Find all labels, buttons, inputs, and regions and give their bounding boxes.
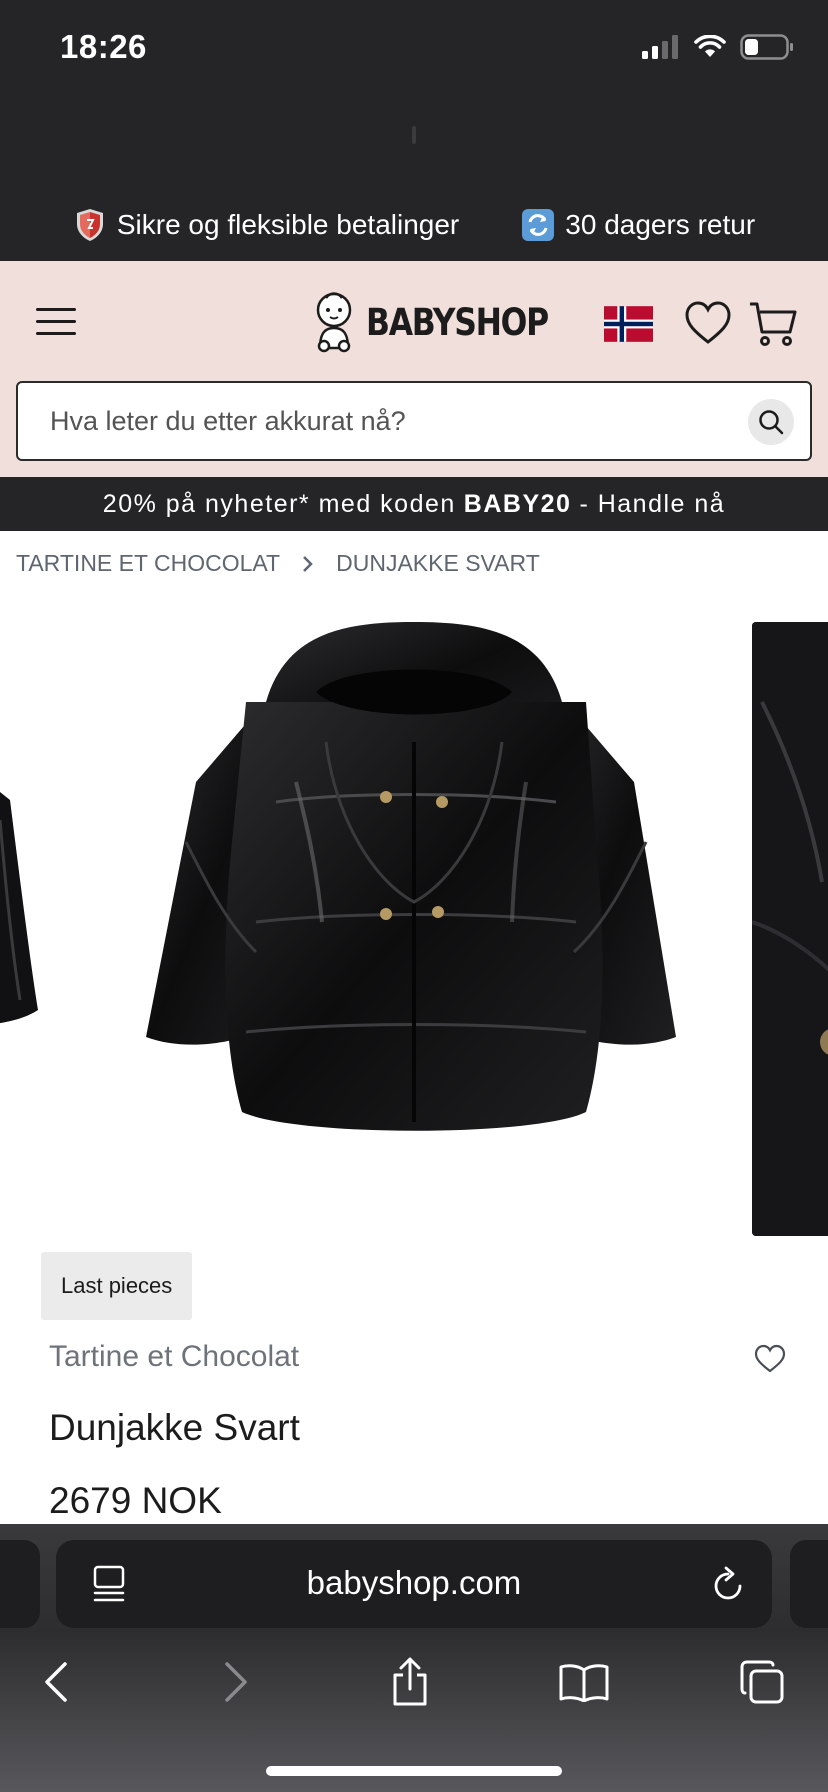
discount-announcement[interactable]: 20% på nyheter* med koden BABY20 - Handl… xyxy=(0,477,828,531)
next-product-image[interactable] xyxy=(752,622,828,1236)
promo-items: Sikre og fleksible betalinger 30 dagers … xyxy=(0,198,828,252)
chevron-right-icon xyxy=(225,1662,247,1702)
camera-notch-dot xyxy=(412,126,416,144)
cart-icon[interactable] xyxy=(748,298,798,348)
url-text: babyshop.com xyxy=(306,1564,522,1601)
share-icon xyxy=(393,1657,427,1706)
product-title: Dunjakke Svart xyxy=(49,1407,300,1448)
promo-returns: 30 dagers retur xyxy=(521,208,755,242)
address-bar[interactable]: babyshop.com xyxy=(56,1540,772,1628)
share-button[interactable] xyxy=(382,1654,438,1710)
breadcrumb-product[interactable]: DUNJAKKE SVART xyxy=(336,550,540,577)
product-image-jacket[interactable] xyxy=(146,622,686,1162)
jacket-closeup-image xyxy=(752,622,828,1236)
product-price: 2679 NOK xyxy=(49,1480,222,1521)
bookmarks-button[interactable] xyxy=(556,1654,612,1710)
menu-icon-line xyxy=(36,308,76,311)
menu-button[interactable] xyxy=(36,308,76,340)
reload-icon[interactable] xyxy=(710,1564,746,1604)
discount-code: BABY20 xyxy=(463,489,572,518)
return-arrows-icon xyxy=(521,208,555,242)
product-image-gallery[interactable] xyxy=(0,600,828,1250)
chevron-left-icon xyxy=(45,1662,67,1702)
wifi-icon xyxy=(694,35,726,57)
promo-secure-payments: Sikre og fleksible betalinger xyxy=(73,208,459,242)
product-brand[interactable]: Tartine et Chocolat xyxy=(49,1340,299,1374)
status-badge: Last pieces xyxy=(41,1252,193,1320)
menu-icon-line xyxy=(36,320,76,323)
battery-icon xyxy=(740,34,793,60)
favorite-heart-icon[interactable] xyxy=(754,1344,786,1374)
menu-icon-line xyxy=(36,332,76,335)
search-box xyxy=(16,381,812,461)
announcement-text: 20% på nyheter* med koden xyxy=(102,489,456,518)
tabs-icon xyxy=(740,1660,784,1704)
previous-product-image[interactable] xyxy=(0,760,40,1060)
promo-returns-text: 30 dagers retur xyxy=(565,209,756,240)
tabs-button[interactable] xyxy=(734,1654,790,1710)
signal-icon xyxy=(642,35,678,59)
back-button[interactable] xyxy=(28,1654,84,1710)
previous-tab[interactable] xyxy=(0,1540,40,1628)
breadcrumb-brand[interactable]: TARTINE ET CHOCOLAT xyxy=(16,550,280,577)
status-bar: 18:26 xyxy=(0,0,828,100)
forward-button[interactable] xyxy=(208,1654,264,1710)
status-time: 18:26 xyxy=(60,28,147,65)
baby-logo-icon xyxy=(316,292,352,353)
search-icon xyxy=(759,410,784,435)
norway-flag-icon[interactable] xyxy=(604,305,653,343)
promo-secure-payments-text: Sikre og fleksible betalinger xyxy=(116,209,460,240)
search-input[interactable] xyxy=(50,401,730,441)
site-logo[interactable]: BABYSHOP xyxy=(312,290,580,354)
logo-text: BABYSHOP xyxy=(366,300,549,344)
book-icon xyxy=(559,1664,609,1702)
next-tab[interactable] xyxy=(790,1540,828,1628)
wishlist-heart-icon[interactable] xyxy=(684,300,732,346)
announcement-cta: - Handle nå xyxy=(579,489,726,518)
search-button[interactable] xyxy=(748,399,794,445)
status-icons xyxy=(642,34,794,60)
breadcrumb: TARTINE ET CHOCOLAT DUNJAKKE SVART xyxy=(16,550,540,577)
shield-icon xyxy=(73,208,107,242)
home-indicator[interactable] xyxy=(266,1766,562,1776)
chevron-right-icon xyxy=(303,555,313,572)
